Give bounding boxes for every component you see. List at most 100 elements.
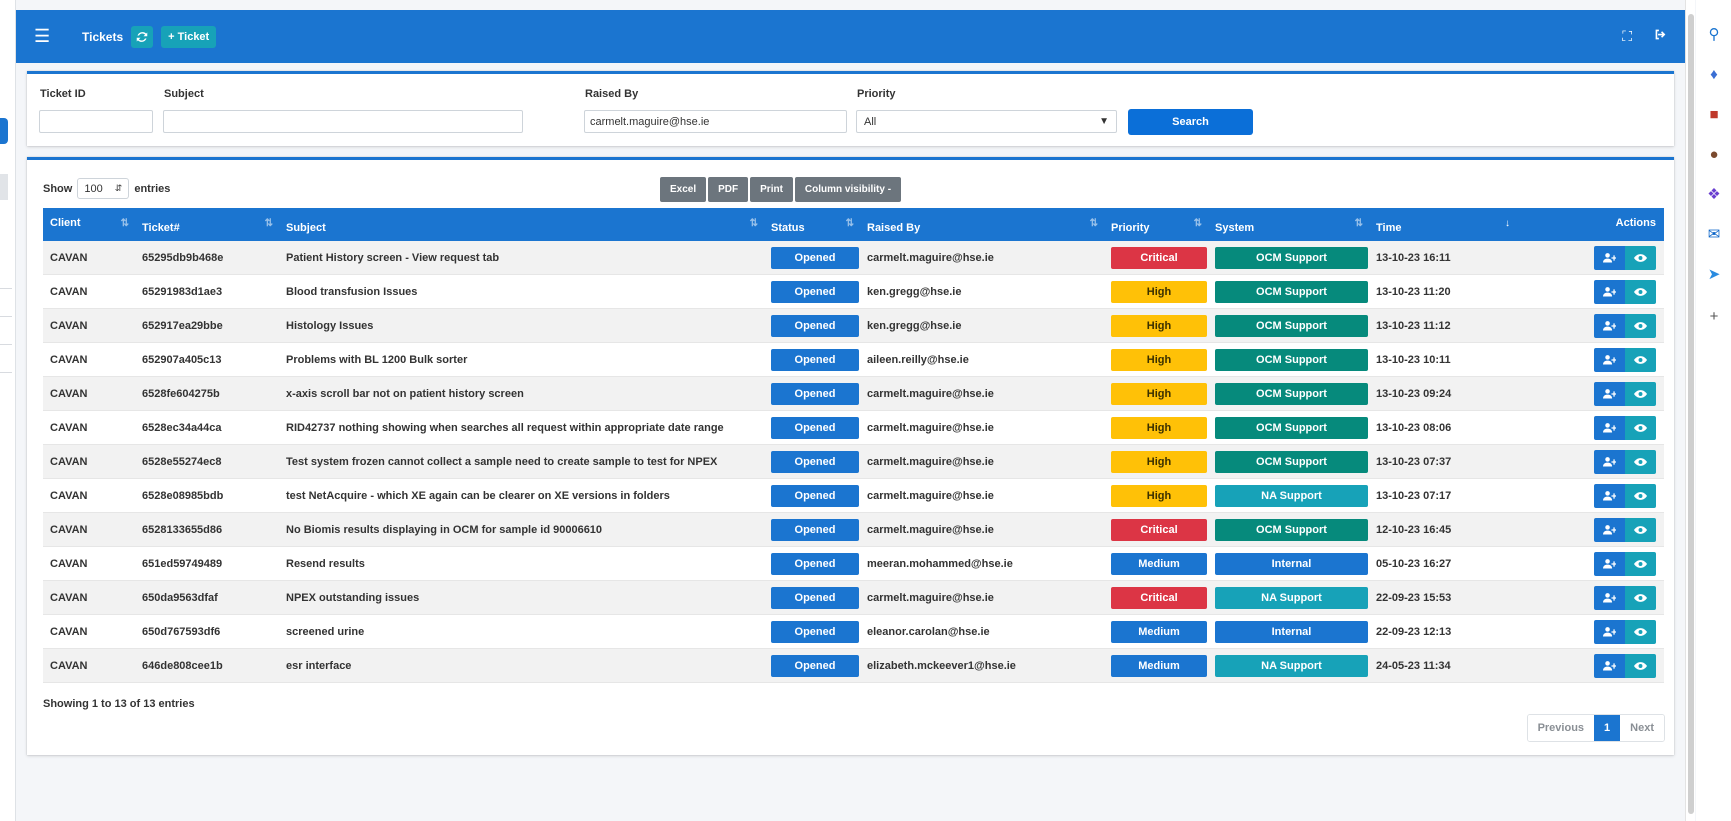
time-cell: 13-10-23 10:11 [1376, 353, 1451, 366]
system-badge: OCM Support [1215, 246, 1368, 269]
status-badge: Opened [771, 620, 859, 643]
view-ticket-button[interactable] [1625, 517, 1656, 542]
view-ticket-button[interactable] [1625, 381, 1656, 406]
add-ticket-button[interactable]: + Ticket [161, 25, 217, 48]
view-ticket-button[interactable] [1625, 313, 1656, 338]
fullscreen-icon[interactable]: ⛶ [1622, 28, 1632, 45]
column-header-priority[interactable]: Priority ⇅ [1104, 208, 1208, 241]
assign-user-button[interactable] [1594, 415, 1625, 440]
subject-cell: screened urine [286, 625, 365, 638]
status-badge-cell: Opened [764, 246, 860, 269]
briefcase-icon[interactable]: ■ [1704, 104, 1724, 124]
raised-by-input[interactable] [584, 110, 847, 133]
assign-user-button[interactable] [1594, 517, 1625, 542]
ticket-id-cell: 6528e55274ec8 [142, 455, 222, 468]
status-badge-cell: Opened [764, 620, 860, 643]
view-ticket-button[interactable] [1625, 585, 1656, 610]
assign-user-button[interactable] [1594, 279, 1625, 304]
previous-page-button[interactable]: Previous [1527, 715, 1595, 741]
time-cell: 13-10-23 08:06 [1376, 421, 1452, 434]
sort-icon: ⇅ [749, 218, 758, 229]
send-icon[interactable]: ➤ [1704, 264, 1724, 284]
raised-by-cell: meeran.mohammed@hse.ie [867, 557, 1013, 570]
column-header-ticket[interactable]: Ticket# ⇅ [135, 208, 279, 241]
page-length-select[interactable]: 100 ⇵ [77, 178, 130, 199]
page-scrollbar[interactable] [1685, 0, 1695, 821]
outlook-icon[interactable]: ✉ [1704, 224, 1724, 244]
system-badge: OCM Support [1215, 450, 1368, 473]
refresh-button[interactable] [131, 25, 154, 48]
column-visibility-button[interactable]: Column visibility - [794, 177, 902, 202]
logout-icon[interactable] [1654, 28, 1667, 45]
priority-badge-cell: High [1104, 348, 1208, 371]
view-ticket-button[interactable] [1625, 619, 1656, 644]
page-1-button[interactable]: 1 [1594, 715, 1621, 741]
view-ticket-button[interactable] [1625, 245, 1656, 270]
assign-user-button[interactable] [1594, 449, 1625, 474]
assign-user-button[interactable] [1594, 585, 1625, 610]
copilot-icon[interactable]: ❖ [1704, 184, 1724, 204]
user-plus-icon [1603, 286, 1616, 297]
print-button[interactable]: Print [750, 177, 793, 202]
sidebar-active-indicator[interactable] [0, 118, 8, 144]
ticket-id-cell: 646de808cee1b [142, 659, 223, 672]
people-icon[interactable]: ● [1704, 144, 1724, 164]
assign-user-button[interactable] [1594, 313, 1625, 338]
priority-badge-cell: High [1104, 484, 1208, 507]
actions-cell [1516, 585, 1664, 610]
column-header-subject[interactable]: Subject ⇅ [279, 208, 764, 241]
column-header-raised-by[interactable]: Raised By ⇅ [860, 208, 1104, 241]
subject-input[interactable] [163, 110, 523, 133]
ticket-id-cell: 6528fe604275b [142, 387, 220, 400]
view-ticket-button[interactable] [1625, 279, 1656, 304]
priority-select[interactable]: All ▼ [856, 110, 1117, 133]
status-badge-cell: Opened [764, 552, 860, 575]
time-cell: 13-10-23 07:17 [1376, 489, 1452, 502]
sidebar-item[interactable] [0, 174, 8, 200]
status-badge: Opened [771, 416, 859, 439]
column-header-status[interactable]: Status ⇅ [764, 208, 860, 241]
assign-user-button[interactable] [1594, 653, 1625, 678]
priority-badge: High [1111, 280, 1207, 303]
ticket-id-input[interactable] [39, 110, 153, 133]
search-icon[interactable]: ⚲ [1704, 24, 1724, 44]
assign-user-button[interactable] [1594, 619, 1625, 644]
time-cell: 24-05-23 11:34 [1376, 659, 1451, 672]
ticket-id-cell: 650d767593df6 [142, 625, 221, 638]
assign-user-button[interactable] [1594, 551, 1625, 576]
tag-icon[interactable]: ♦ [1704, 64, 1724, 84]
search-button[interactable]: Search [1128, 109, 1253, 135]
system-badge-cell: NA Support [1208, 484, 1369, 507]
column-header-system[interactable]: System ⇅ [1208, 208, 1369, 241]
pdf-button[interactable]: PDF [708, 177, 749, 202]
view-ticket-button[interactable] [1625, 483, 1656, 508]
column-header-client[interactable]: Client ⇅ [43, 208, 135, 241]
column-header-time[interactable]: Time ↓ [1369, 208, 1516, 241]
view-ticket-button[interactable] [1625, 449, 1656, 474]
priority-badge-cell: High [1104, 314, 1208, 337]
excel-button[interactable]: Excel [660, 177, 707, 202]
view-ticket-button[interactable] [1625, 347, 1656, 372]
next-page-button[interactable]: Next [1620, 715, 1664, 741]
page-title: Tickets [82, 29, 124, 44]
assign-user-button[interactable] [1594, 483, 1625, 508]
assign-user-button[interactable] [1594, 347, 1625, 372]
assign-user-button[interactable] [1594, 245, 1625, 270]
view-ticket-button[interactable] [1625, 653, 1656, 678]
scrollbar-thumb[interactable] [1688, 14, 1694, 814]
client-cell: CAVAN [50, 285, 88, 298]
table-row: CAVAN 652917ea29bbe Histology Issues Opened… [43, 309, 1664, 343]
add-icon[interactable]: + [1704, 306, 1724, 326]
priority-badge-cell: Critical [1104, 518, 1208, 541]
filter-panel: Ticket ID Subject Raised By Priority All… [27, 71, 1674, 146]
ticket-id-cell: 652907a405c13 [142, 353, 222, 366]
hamburger-menu-icon[interactable]: ☰ [34, 26, 60, 47]
view-ticket-button[interactable] [1625, 551, 1656, 576]
eye-icon [1634, 525, 1647, 534]
view-ticket-button[interactable] [1625, 415, 1656, 440]
user-plus-icon [1603, 422, 1616, 433]
user-plus-icon [1603, 320, 1616, 331]
system-badge-cell: OCM Support [1208, 280, 1369, 303]
actions-cell [1516, 313, 1664, 338]
assign-user-button[interactable] [1594, 381, 1625, 406]
